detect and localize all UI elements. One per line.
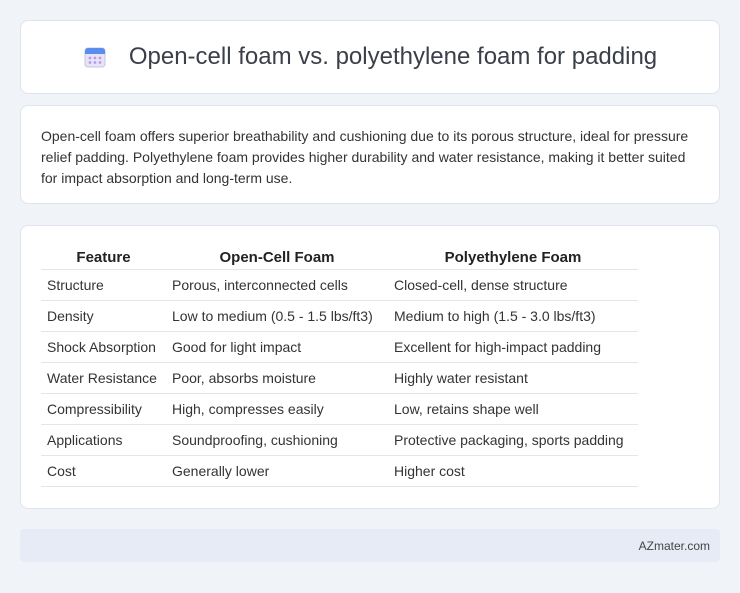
footer-brand: AZmater.com: [638, 538, 710, 553]
summary-text: Open-cell foam offers superior breathabi…: [41, 128, 689, 186]
table-cell-polyethylene: Higher cost: [388, 454, 638, 487]
table-row: Compressibility High, compresses easily …: [41, 392, 638, 424]
table-cell-open-cell: Porous, interconnected cells: [166, 268, 388, 300]
table-card: Feature Open-Cell Foam Polyethylene Foam…: [20, 225, 720, 509]
table-cell-feature: Structure: [41, 268, 166, 300]
footer-bar: AZmater.com: [20, 529, 720, 562]
table-cell-open-cell: Soundproofing, cushioning: [166, 423, 388, 455]
table-row: Applications Soundproofing, cushioning P…: [41, 423, 638, 455]
table-cell-polyethylene: Low, retains shape well: [388, 392, 638, 424]
table-cell-open-cell: Good for light impact: [166, 330, 388, 362]
table-cell-polyethylene: Closed-cell, dense structure: [388, 268, 638, 300]
table-cell-open-cell: High, compresses easily: [166, 392, 388, 424]
table-row: Water Resistance Poor, absorbs moisture …: [41, 361, 638, 393]
table-row: Density Low to medium (0.5 - 1.5 lbs/ft3…: [41, 299, 638, 331]
table-cell-polyethylene: Protective packaging, sports padding: [388, 423, 638, 455]
table-cell-feature: Density: [41, 299, 166, 331]
table-cell-polyethylene: Medium to high (1.5 - 3.0 lbs/ft3): [388, 299, 638, 331]
table-row: Structure Porous, interconnected cells C…: [41, 268, 638, 300]
column-header-polyethylene: Polyethylene Foam: [444, 248, 582, 266]
table-cell-feature: Cost: [41, 454, 166, 487]
table-cell-polyethylene: Highly water resistant: [388, 361, 638, 393]
table-header-row: Feature Open-Cell Foam Polyethylene Foam: [41, 246, 638, 269]
table-row: Shock Absorption Good for light impact E…: [41, 330, 638, 362]
title-wrap: Open-cell foam vs. polyethylene foam for…: [83, 43, 657, 71]
title-card: Open-cell foam vs. polyethylene foam for…: [20, 20, 720, 94]
column-header-feature: Feature: [76, 248, 131, 266]
comparison-table: Feature Open-Cell Foam Polyethylene Foam…: [41, 246, 638, 487]
table-cell-open-cell: Poor, absorbs moisture: [166, 361, 388, 393]
table-cell-open-cell: Low to medium (0.5 - 1.5 lbs/ft3): [166, 299, 388, 331]
table-row: Cost Generally lower Higher cost: [41, 454, 638, 487]
column-header-open-cell: Open-Cell Foam: [219, 248, 335, 266]
table-cell-feature: Shock Absorption: [41, 330, 166, 362]
table-cell-feature: Water Resistance: [41, 361, 166, 393]
calendar-icon: [83, 45, 107, 69]
summary-card: Open-cell foam offers superior breathabi…: [20, 105, 720, 204]
table-cell-feature: Compressibility: [41, 392, 166, 424]
table-cell-feature: Applications: [41, 423, 166, 455]
table-cell-open-cell: Generally lower: [166, 454, 388, 487]
table-cell-polyethylene: Excellent for high-impact padding: [388, 330, 638, 362]
page-title: Open-cell foam vs. polyethylene foam for…: [128, 43, 658, 70]
